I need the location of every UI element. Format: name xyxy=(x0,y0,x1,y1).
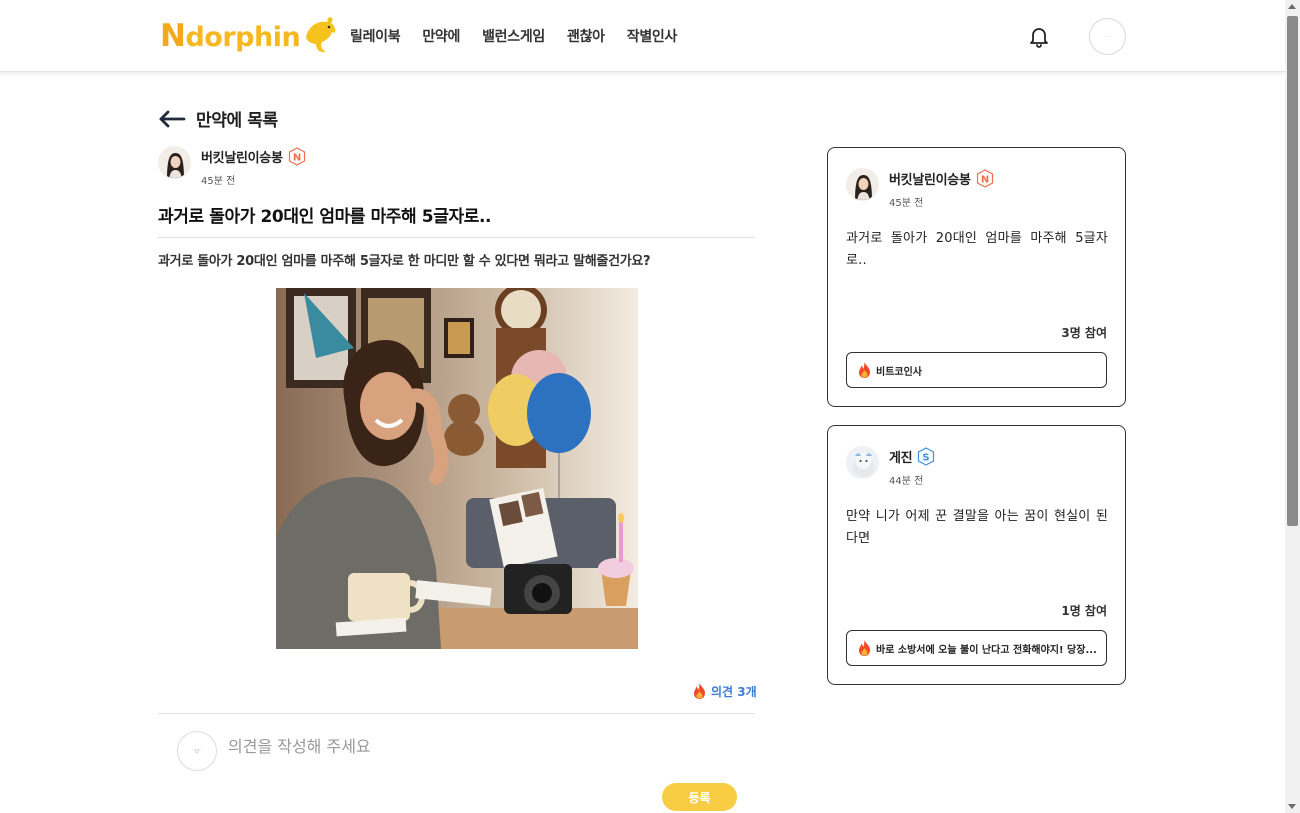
card-time: 45분 전 xyxy=(889,198,924,209)
svg-text:N: N xyxy=(292,152,300,163)
scrollbar-thumb[interactable] xyxy=(1287,16,1298,526)
nav-what-if[interactable]: 만약에 xyxy=(422,26,460,46)
back-to-list-link[interactable]: 만약에 목록 xyxy=(158,106,278,131)
post-body: 과거로 돌아가 20대인 엄마를 마주해 5글자로 한 마디만 할 수 있다면 … xyxy=(158,254,651,269)
post-image xyxy=(276,288,638,649)
back-label: 만약에 목록 xyxy=(196,111,278,131)
author-name-row: 버킷날린이승봉 N xyxy=(201,146,306,166)
card-author-info: 버킷날린이승봉 N 45분 전 xyxy=(889,168,994,209)
scroll-down-arrow-icon[interactable] xyxy=(1288,804,1296,809)
card-text: 과거로 돌아가 20대인 엄마를 마주해 5글자로.. xyxy=(846,231,1108,268)
post-time: 45분 전 xyxy=(201,176,236,187)
post-author: 버킷날린이승봉 N 45분 전 xyxy=(158,146,306,187)
card-author-avatar xyxy=(846,168,879,201)
author-info: 버킷날린이승봉 N 45분 전 xyxy=(201,146,306,187)
logo-text-n: N xyxy=(160,18,186,54)
commenter-avatar: 'ㅁ' xyxy=(177,731,217,771)
divider xyxy=(158,237,755,238)
participant-count: 3명 참여 xyxy=(1061,326,1107,340)
comment-input[interactable] xyxy=(228,731,738,761)
card-author-avatar-image xyxy=(847,447,878,478)
badge-s-icon: S xyxy=(918,446,935,466)
nav-its-okay[interactable]: 괜찮아 xyxy=(567,26,605,46)
card-author-name-row: 버킷날린이승봉 N xyxy=(889,168,994,188)
card-author: 버킷날린이승봉 N 45분 전 xyxy=(846,168,994,209)
divider xyxy=(158,713,755,714)
nav-farewell[interactable]: 작별인사 xyxy=(627,26,678,46)
opinion-count-label: 의견 3개 xyxy=(711,684,757,699)
card-author-avatar xyxy=(846,446,879,479)
user-avatar[interactable]: ·· · xyxy=(1089,18,1126,55)
best-comment-text: 바로 소방서에 오늘 불이 난다고 전화해야지! 당장... xyxy=(876,644,1097,656)
card-author-avatar-image xyxy=(847,169,878,200)
scrollbar[interactable] xyxy=(1285,0,1300,813)
card-text: 만약 니가 어제 꾼 결말을 아는 꿈이 현실이 된다면 xyxy=(846,509,1108,546)
author-avatar[interactable] xyxy=(158,146,191,179)
best-comment-text: 비트코인사 xyxy=(876,366,922,378)
best-comment[interactable]: 바로 소방서에 오늘 불이 난다고 전화해야지! 당장... xyxy=(846,630,1107,666)
related-card[interactable]: 게진 S 44분 전 만약 니가 어제 꾼 결말을 아는 꿈이 현실이 된다면 … xyxy=(827,425,1126,685)
best-comment[interactable]: 비트코인사 xyxy=(846,352,1107,388)
card-time: 44분 전 xyxy=(889,476,924,487)
bell-icon[interactable] xyxy=(1027,25,1051,49)
dolphin-icon xyxy=(306,17,336,53)
author-avatar-image xyxy=(159,147,190,178)
top-header: Ndorphin 릴레이북 만약에 밸런스게임 괜찮아 작별인사 ·· · xyxy=(0,0,1285,72)
opinion-count[interactable]: 의견 3개 xyxy=(692,682,757,700)
fire-icon xyxy=(694,683,705,699)
scroll-up-arrow-icon[interactable] xyxy=(1288,4,1296,9)
participant-count: 1명 참여 xyxy=(1061,604,1107,618)
post-title: 과거로 돌아가 20대인 엄마를 마주해 5글자로.. xyxy=(158,207,492,227)
logo-text: Ndorphin xyxy=(160,18,301,54)
nav-balance-game[interactable]: 밸런스게임 xyxy=(482,26,545,46)
badge-n-icon: N xyxy=(288,146,305,166)
related-card[interactable]: 버킷날린이승봉 N 45분 전 과거로 돌아가 20대인 엄마를 마주해 5글자… xyxy=(827,147,1126,407)
card-author: 게진 S 44분 전 xyxy=(846,446,935,487)
svg-text:N: N xyxy=(980,174,988,185)
main-nav: 릴레이북 만약에 밸런스게임 괜찮아 작별인사 xyxy=(350,26,677,46)
card-author-name: 버킷날린이승봉 xyxy=(889,172,971,188)
card-author-name: 게진 xyxy=(889,450,913,466)
arrow-left-icon xyxy=(159,110,186,127)
logo[interactable]: Ndorphin xyxy=(160,14,338,58)
card-author-info: 게진 S 44분 전 xyxy=(889,446,935,487)
logo-text-rest: dorphin xyxy=(185,22,301,53)
submit-button[interactable]: 등록 xyxy=(662,783,737,811)
author-name: 버킷날린이승봉 xyxy=(201,150,283,166)
card-author-name-row: 게진 S xyxy=(889,446,935,466)
badge-n-icon: N xyxy=(976,168,993,188)
fire-icon xyxy=(859,362,870,378)
nav-relay-book[interactable]: 릴레이북 xyxy=(350,26,401,46)
fire-icon xyxy=(859,640,870,656)
svg-text:S: S xyxy=(923,452,930,463)
